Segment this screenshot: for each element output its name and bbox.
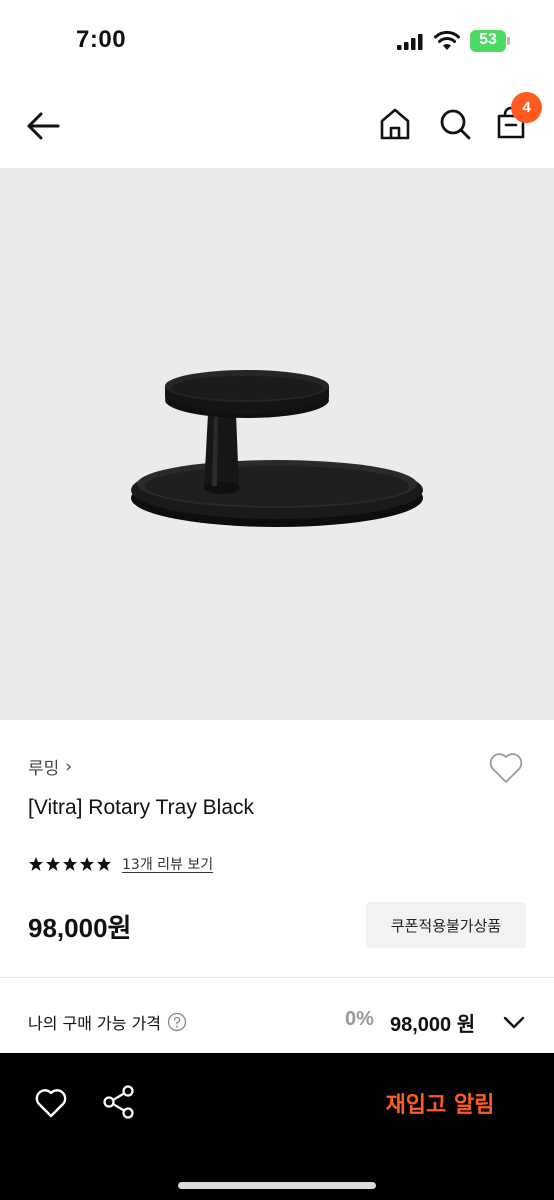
brand-link[interactable]: 루밍 ›: [28, 754, 73, 780]
chevron-right-icon: ›: [65, 756, 73, 777]
cart-count-badge: 4: [511, 92, 542, 123]
brand-name: 루밍: [28, 759, 60, 779]
star-icon: [29, 857, 43, 871]
back-arrow-icon[interactable]: [24, 108, 62, 144]
star-icon: [46, 857, 60, 871]
review-link[interactable]: 13개 리뷰 보기: [122, 854, 213, 874]
status-bar: 7:00 53: [0, 0, 554, 84]
star-icon: [97, 857, 111, 871]
help-icon[interactable]: [167, 1012, 187, 1032]
restock-alert-button[interactable]: 재입고 알림: [360, 1079, 520, 1127]
product-title: [Vitra] Rotary Tray Black: [28, 796, 255, 819]
my-price-label-text: 나의 구매 가능 가격: [28, 1014, 162, 1033]
battery-level: 53: [479, 31, 497, 48]
wifi-icon: [434, 30, 460, 50]
divider: [0, 977, 554, 978]
star-rating: [28, 856, 112, 872]
battery-icon: 53: [470, 30, 510, 52]
heart-icon[interactable]: [34, 1087, 68, 1119]
my-price-label: 나의 구매 가능 가격: [28, 1010, 187, 1034]
home-indicator: [178, 1182, 376, 1189]
cellular-signal-icon: [397, 34, 423, 50]
search-icon[interactable]: [438, 106, 472, 142]
top-nav-bar: [0, 84, 554, 168]
product-price: 98,000원: [28, 913, 132, 943]
home-icon[interactable]: [378, 106, 412, 142]
my-price-value: 98,000 원: [390, 1014, 476, 1036]
rotary-tray-image: [0, 168, 554, 720]
chevron-down-icon[interactable]: [502, 1012, 526, 1032]
coupon-unavailable-badge: 쿠폰적용불가상품: [366, 902, 526, 948]
star-icon: [80, 857, 94, 871]
discount-rate: 0%: [345, 1008, 374, 1030]
heart-icon[interactable]: [487, 750, 525, 786]
status-time: 7:00: [76, 26, 127, 53]
star-icon: [63, 857, 77, 871]
rating-row: 13개 리뷰 보기: [28, 852, 213, 876]
bottom-action-bar: 재입고 알림: [0, 1053, 554, 1200]
share-icon[interactable]: [102, 1085, 136, 1119]
